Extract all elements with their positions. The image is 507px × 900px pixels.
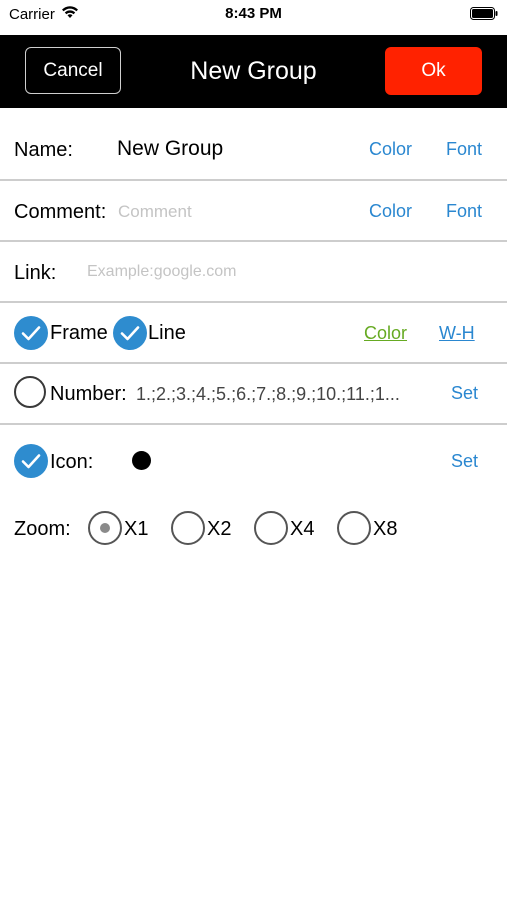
comment-font-button[interactable]: Font (446, 201, 482, 222)
link-input[interactable]: Example:google.com (87, 263, 236, 281)
zoom-x8-radio[interactable] (337, 511, 371, 545)
line-color-button[interactable]: Color (364, 323, 407, 344)
zoom-x1-label: X1 (124, 518, 149, 540)
icon-label: Icon: (50, 451, 94, 473)
number-checkbox[interactable] (14, 376, 46, 408)
status-bar: Carrier 8:43 PM (0, 0, 507, 34)
divider (0, 423, 507, 425)
number-format-value: 1.;2.;3.;4.;5.;6.;7.;8.;9.;10.;11.;1... (136, 384, 400, 404)
radio-selected-dot (100, 523, 110, 533)
number-label: Number: (50, 383, 127, 405)
frame-row: Frame Line Color W-H (0, 303, 507, 363)
zoom-x8-label: X8 (373, 518, 398, 540)
icon-checkbox[interactable] (14, 444, 48, 478)
name-color-button[interactable]: Color (369, 139, 412, 160)
comment-label: Comment: (14, 201, 107, 223)
comment-color-button[interactable]: Color (369, 201, 412, 222)
number-set-button[interactable]: Set (451, 383, 478, 404)
selected-icon-preview[interactable] (132, 451, 151, 470)
ok-button[interactable]: Ok (385, 47, 482, 95)
battery-icon (470, 7, 498, 20)
line-checkbox[interactable] (113, 316, 147, 350)
link-label: Link: (14, 262, 57, 284)
zoom-x2-radio[interactable] (171, 511, 205, 545)
comment-input[interactable]: Comment (118, 202, 192, 222)
number-row: Number: 1.;2.;3.;4.;5.;6.;7.;8.;9.;10.;1… (0, 364, 507, 424)
name-label: Name: (14, 139, 73, 161)
zoom-x2-label: X2 (207, 518, 232, 540)
zoom-x1-radio[interactable] (88, 511, 122, 545)
wh-button[interactable]: W-H (439, 323, 475, 344)
frame-checkbox[interactable] (14, 316, 48, 350)
zoom-label: Zoom: (14, 518, 71, 540)
name-row: Name: New Group Color Font (0, 118, 507, 178)
frame-label: Frame (50, 322, 108, 344)
comment-row: Comment: Comment Color Font (0, 181, 507, 241)
name-font-button[interactable]: Font (446, 139, 482, 160)
status-time: 8:43 PM (225, 5, 282, 22)
icon-row: Icon: Set (0, 426, 507, 486)
zoom-row: Zoom: X1 X2 X4 X8 (0, 496, 507, 556)
line-label: Line (148, 322, 186, 344)
zoom-x4-radio[interactable] (254, 511, 288, 545)
link-row: Link: Example:google.com (0, 242, 507, 302)
name-input[interactable]: New Group (117, 137, 223, 161)
zoom-x4-label: X4 (290, 518, 315, 540)
nav-bar: Cancel New Group Ok (0, 35, 507, 108)
icon-set-button[interactable]: Set (451, 451, 478, 472)
